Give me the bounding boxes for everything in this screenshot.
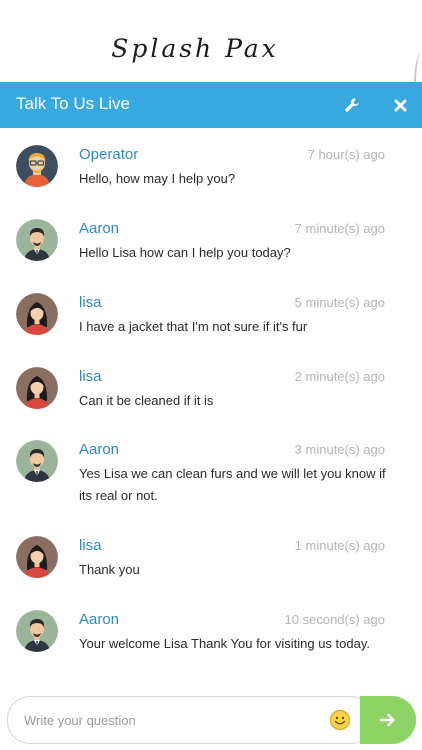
chat-message: Aaron 3 minute(s) ago Yes Lisa we can cl… [0,440,422,506]
message-text: Hello Lisa how can I help you today? [79,245,291,260]
message-sender: Aaron [79,441,120,458]
message-sender: lisa [79,537,102,554]
question-input[interactable] [24,709,314,731]
message-time: 1 minute(s) ago [294,538,385,553]
chat-message: lisa 1 minute(s) ago Thank you [0,536,422,580]
message-time: 7 hour(s) ago [307,147,385,162]
message-composer [0,692,422,750]
close-icon[interactable] [388,93,412,117]
woman-avatar-icon [16,367,58,409]
question-input-wrapper [7,696,373,744]
chat-message: lisa 2 minute(s) ago Can it be cleaned i… [0,367,422,411]
smiley-emoji-icon[interactable] [329,709,351,731]
message-time: 7 minute(s) ago [294,221,385,236]
man-avatar-icon [16,440,58,482]
operator-avatar-icon [16,145,58,187]
chat-title: Talk To Us Live [16,94,131,113]
message-time: 2 minute(s) ago [294,369,385,384]
chat-message: Aaron 10 second(s) ago Your welcome Lisa… [0,610,422,654]
message-text: Can it be cleaned if it is [79,393,214,408]
message-time: 3 minute(s) ago [294,442,385,457]
message-time: 5 minute(s) ago [294,295,385,310]
man-avatar-icon [16,219,58,261]
logo-area: Splash Pax [0,0,422,252]
woman-avatar-icon [16,536,58,578]
message-text: Hello, how may I help you? [79,171,236,186]
message-time: 10 second(s) ago [284,612,385,627]
chat-message: Operator 7 hour(s) ago Hello, how may I … [0,145,422,189]
arrow-right-icon [380,713,396,727]
chat-message: Aaron 7 minute(s) ago Hello Lisa how can… [0,219,422,263]
message-text: I have a jacket that I'm not sure if it'… [79,319,308,334]
message-sender: Aaron [79,611,120,628]
chat-header: Talk To Us Live [0,82,422,128]
man-avatar-icon [16,610,58,652]
send-button[interactable] [360,696,416,744]
woman-avatar-icon [16,293,58,335]
wrench-icon[interactable] [340,93,364,117]
message-sender: lisa [79,294,102,311]
brand-logo: Splash Pax [111,34,279,63]
message-list[interactable]: Operator 7 hour(s) ago Hello, how may I … [0,128,422,692]
message-text: Thank you [79,562,140,577]
message-sender: Aaron [79,220,120,237]
message-sender: Operator [79,146,139,163]
message-text: Yes Lisa we can clean furs and we will l… [79,466,386,503]
message-text: Your welcome Lisa Thank You for visiting… [79,636,370,651]
chat-message: lisa 5 minute(s) ago I have a jacket tha… [0,293,422,337]
message-sender: lisa [79,368,102,385]
